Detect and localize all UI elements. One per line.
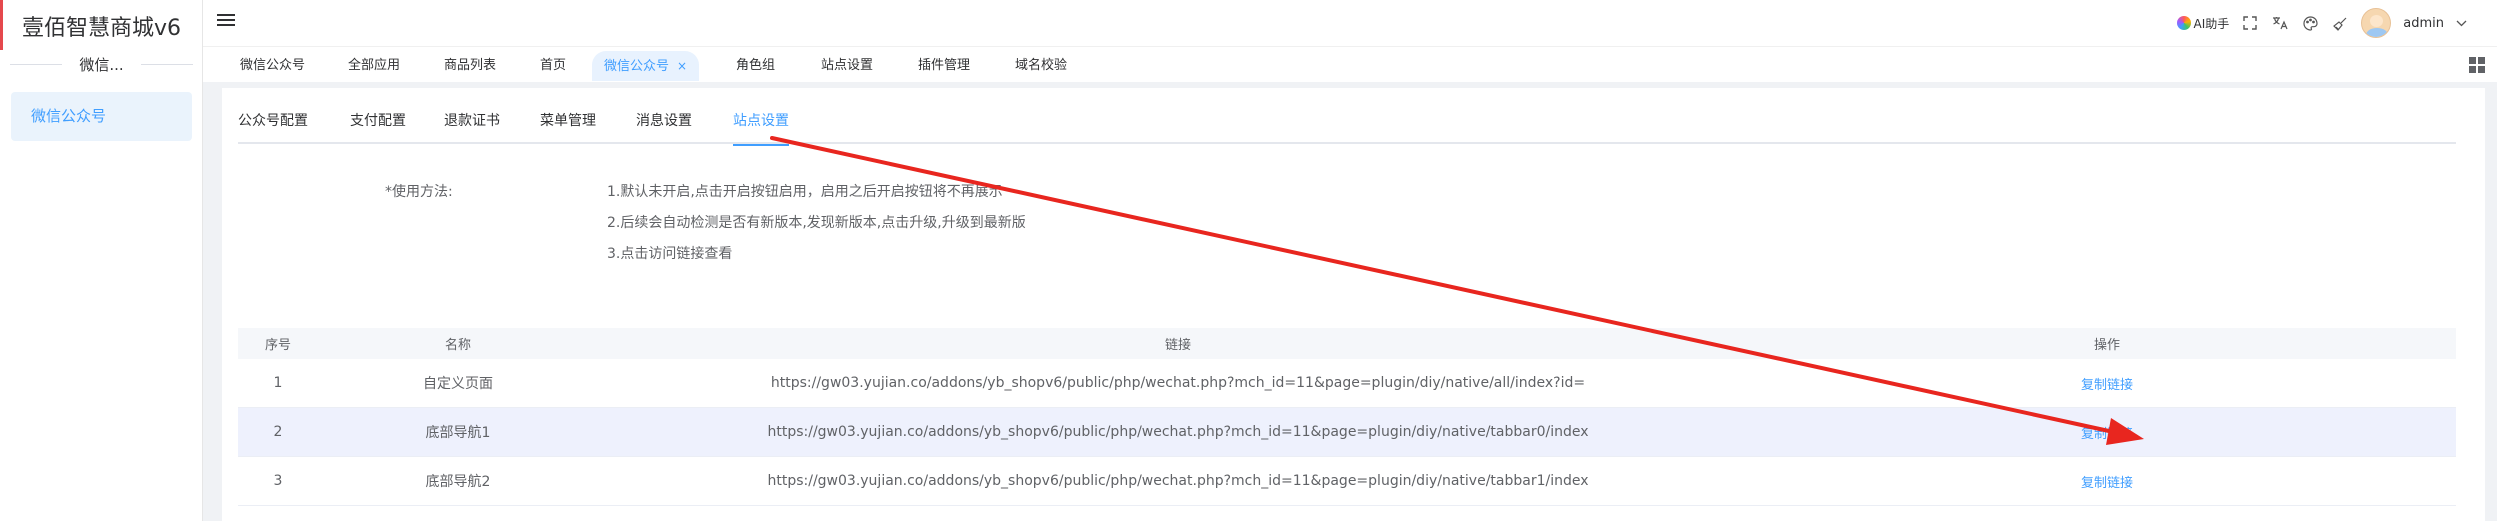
ai-assistant-label: AI助手 <box>2193 16 2230 31</box>
top-header: AI助手 admin <box>203 0 2497 46</box>
user-name[interactable]: admin <box>2403 16 2444 31</box>
tag-wechat-official-1[interactable]: 微信公众号 <box>228 51 317 81</box>
header-link: 链接 <box>1164 338 1191 353</box>
table-header: 序号 名称 链接 操作 <box>238 328 2456 359</box>
subtab-account-config[interactable]: 公众号配置 <box>238 106 308 144</box>
links-table: 序号 名称 链接 操作 1 自定义页面 https://gw03.yujian.… <box>238 328 2456 506</box>
row-link: https://gw03.yujian.co/addons/yb_shopv6/… <box>767 424 1589 440</box>
row-name: 自定义页面 <box>423 376 493 392</box>
tag-label: 插件管理 <box>918 58 971 73</box>
menu-toggle-icon[interactable] <box>217 11 235 29</box>
grid-menu-icon[interactable] <box>2469 57 2485 73</box>
tag-label: 全部应用 <box>348 58 401 73</box>
tag-home[interactable]: 首页 <box>528 51 578 81</box>
usage-line-3: 3.点击访问链接查看 <box>607 246 733 262</box>
row-index: 3 <box>273 473 283 489</box>
translate-icon[interactable] <box>2271 14 2289 32</box>
subtab-payment-config[interactable]: 支付配置 <box>350 106 406 144</box>
header-action: 操作 <box>2093 338 2120 353</box>
copy-link-button[interactable]: 复制链接 <box>2081 374 2133 393</box>
subtab-refund-cert[interactable]: 退款证书 <box>444 106 500 144</box>
table-row: 3 底部导航2 https://gw03.yujian.co/addons/yb… <box>238 457 2456 506</box>
settings-subtabs: 公众号配置 支付配置 退款证书 菜单管理 消息设置 站点设置 <box>238 106 2456 146</box>
tag-label: 角色组 <box>736 58 776 73</box>
copy-link-button[interactable]: 复制链接 <box>2081 472 2133 491</box>
clear-cache-icon[interactable] <box>2331 14 2349 32</box>
tag-label: 微信公众号 <box>240 58 306 73</box>
tag-all-apps[interactable]: 全部应用 <box>336 51 412 81</box>
tag-label: 首页 <box>540 58 567 73</box>
row-link: https://gw03.yujian.co/addons/yb_shopv6/… <box>770 375 1586 391</box>
tag-plugin-management[interactable]: 插件管理 <box>906 51 982 81</box>
sidebar-group[interactable]: 微信... <box>10 46 193 84</box>
tag-product-list[interactable]: 商品列表 <box>432 51 508 81</box>
row-index: 2 <box>273 424 283 440</box>
tag-close-icon[interactable]: × <box>677 59 687 73</box>
subtab-message-settings[interactable]: 消息设置 <box>636 106 692 144</box>
fullscreen-icon[interactable] <box>2241 14 2259 32</box>
chevron-down-icon[interactable] <box>2456 16 2467 31</box>
tag-role-group[interactable]: 角色组 <box>724 51 787 81</box>
row-name: 底部导航2 <box>425 474 491 490</box>
theme-palette-icon[interactable] <box>2301 14 2319 32</box>
header-index: 序号 <box>264 338 291 353</box>
usage-line-1: 1.默认未开启,点击开启按钮启用，启用之后开启按钮将不再展示 <box>607 184 1003 200</box>
copy-link-button[interactable]: 复制链接 <box>2081 423 2133 442</box>
header-actions: AI助手 admin <box>2176 6 2467 40</box>
usage-line-2: 2.后续会自动检测是否有新版本,发现新版本,点击升级,升级到最新版 <box>607 215 1026 231</box>
row-index: 1 <box>273 375 283 391</box>
ai-logo-icon <box>2176 16 2191 30</box>
ai-assistant-button[interactable]: AI助手 <box>2176 15 2230 32</box>
avatar[interactable] <box>2361 8 2392 38</box>
header-name: 名称 <box>444 338 471 353</box>
table-row: 1 自定义页面 https://gw03.yujian.co/addons/yb… <box>238 359 2456 408</box>
tag-view-bar: 微信公众号 全部应用 商品列表 首页 微信公众号 × 角色组 站点设置 插件管理 … <box>203 46 2497 82</box>
brand-title: 壹佰智慧商城v6 <box>21 16 182 41</box>
subtab-site-settings[interactable]: 站点设置 <box>733 106 789 146</box>
usage-label: *使用方法: <box>385 184 453 200</box>
tag-label: 站点设置 <box>821 58 874 73</box>
tag-label: 商品列表 <box>444 58 497 73</box>
row-name: 底部导航1 <box>425 425 491 441</box>
tag-domain-verification[interactable]: 域名校验 <box>1003 51 1079 81</box>
row-link: https://gw03.yujian.co/addons/yb_shopv6/… <box>767 473 1589 489</box>
group-divider-right <box>141 64 193 65</box>
subtab-menu-management[interactable]: 菜单管理 <box>540 106 596 144</box>
sidebar-item-wechat-official[interactable]: 微信公众号 <box>11 92 192 141</box>
tag-wechat-official-active[interactable]: 微信公众号 × <box>592 51 700 81</box>
main-content: 公众号配置 支付配置 退款证书 菜单管理 消息设置 站点设置 *使用方法: 1.… <box>222 88 2485 521</box>
tag-label: 微信公众号 <box>604 59 670 74</box>
app-root: 壹佰智慧商城v6 微信... 微信公众号 AI助手 admin 微信公众号 全部… <box>0 0 2497 521</box>
tag-label: 域名校验 <box>1015 58 1068 73</box>
sidebar: 壹佰智慧商城v6 微信... 微信公众号 <box>0 0 203 521</box>
tag-site-settings[interactable]: 站点设置 <box>809 51 885 81</box>
table-row: 2 底部导航1 https://gw03.yujian.co/addons/yb… <box>238 408 2456 457</box>
